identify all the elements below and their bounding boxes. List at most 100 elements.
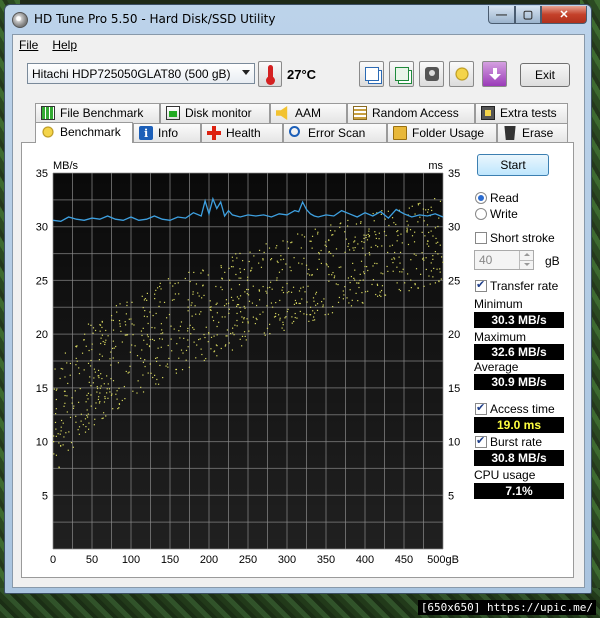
write-radio[interactable] [475, 208, 487, 220]
access-time-point [311, 235, 314, 237]
minimize-button[interactable]: — [488, 6, 515, 24]
access-time-point [60, 444, 62, 447]
access-time-point [436, 268, 438, 270]
tab-random-access[interactable]: Random Access [347, 103, 475, 123]
transfer-rate-checkbox[interactable] [475, 278, 487, 292]
read-radio[interactable] [475, 192, 487, 204]
benchmark-chart: 0 50 100 150 200 250 300 350 400 450 500gB 35 30 25 20… [17, 157, 467, 571]
access-time-point [220, 265, 222, 267]
access-time-point [236, 312, 238, 315]
access-time-point [439, 200, 442, 202]
short-stroke-stepper[interactable]: 40 [474, 250, 534, 270]
access-time-point [131, 344, 133, 346]
maximize-button[interactable]: ▢ [515, 6, 541, 24]
access-time-point [408, 290, 410, 292]
access-time-point [258, 290, 261, 292]
access-time-point [92, 327, 95, 329]
access-time-point [349, 281, 351, 284]
access-time-point [243, 318, 245, 320]
y-left-tick-label: 35 [36, 168, 48, 180]
tab-folder-usage[interactable]: Folder Usage [387, 123, 497, 143]
access-time-point [209, 306, 211, 309]
access-time-point [60, 419, 63, 422]
copy-screenshot-icon [395, 67, 409, 81]
tab-health[interactable]: Health [201, 123, 283, 143]
save-button[interactable] [482, 61, 507, 87]
tab-file-benchmark[interactable]: File Benchmark [35, 103, 160, 123]
tab-error-scan[interactable]: Error Scan [283, 123, 387, 143]
copy-text-button[interactable] [359, 61, 384, 87]
access-time-point [354, 246, 356, 249]
tab-extra-tests[interactable]: Extra tests [475, 103, 568, 123]
access-time-point [281, 327, 283, 329]
access-time-point [334, 230, 336, 232]
close-button[interactable]: ✕ [541, 6, 587, 24]
access-time-point [75, 415, 77, 417]
menu-file[interactable]: File [19, 38, 38, 52]
access-time-point [301, 298, 303, 300]
access-time-point [235, 273, 237, 276]
access-time-point [247, 321, 249, 323]
access-time-point [361, 292, 363, 294]
stepper-down-icon[interactable] [519, 260, 533, 269]
stepper-up-icon[interactable] [519, 251, 533, 260]
access-time-point [428, 245, 430, 247]
y-right-tick-label: 5 [448, 490, 454, 502]
access-time-point [154, 327, 156, 329]
access-time-point [353, 241, 355, 243]
access-time-point [78, 372, 81, 375]
menu-help[interactable]: Help [52, 38, 77, 52]
tab-label: Disk monitor [185, 106, 252, 120]
health-icon [207, 126, 221, 140]
exit-button[interactable]: Exit [520, 63, 570, 87]
access-time-point [156, 357, 158, 359]
tab-erase[interactable]: Erase [497, 123, 568, 143]
thermometer-icon[interactable] [258, 61, 282, 87]
access-time-point [298, 302, 300, 305]
access-time-point [432, 258, 434, 260]
access-time-point [83, 369, 85, 371]
access-time-point [316, 233, 319, 235]
access-time-point [289, 266, 291, 268]
access-time-point [242, 321, 244, 323]
access-time-point [235, 253, 237, 255]
burst-rate-checkbox[interactable] [475, 434, 487, 448]
tab-benchmark[interactable]: Benchmark [35, 122, 133, 143]
access-time-point [434, 227, 437, 229]
access-time-point [315, 304, 317, 306]
access-time-point [149, 363, 151, 365]
tab-info[interactable]: Info [133, 123, 201, 143]
access-time-point [401, 271, 403, 273]
access-time-point [324, 314, 326, 316]
access-time-point [263, 251, 265, 253]
app-icon[interactable] [12, 12, 28, 28]
short-stroke-checkbox[interactable] [475, 232, 487, 244]
access-time-point [330, 252, 332, 255]
options-button[interactable] [449, 61, 474, 87]
title-bar[interactable]: HD Tune Pro 5.50 - Hard Disk/SSD Utility… [5, 5, 591, 33]
access-time-point [290, 270, 292, 272]
access-time-point [410, 286, 412, 289]
tab-aam[interactable]: AAM [270, 103, 347, 123]
access-time-point [113, 347, 115, 349]
access-time-point [380, 295, 382, 298]
copy-screenshot-button[interactable] [389, 61, 414, 87]
access-time-point [322, 304, 324, 306]
access-time-point [162, 332, 164, 334]
access-time-point [311, 247, 313, 249]
drive-select[interactable]: Hitachi HDP725050GLAT80 (500 gB) [27, 63, 255, 84]
access-time-point [207, 341, 209, 343]
start-button[interactable]: Start [477, 154, 549, 176]
access-time-point [230, 332, 232, 335]
access-time-point [71, 397, 73, 399]
access-time-point [353, 249, 355, 251]
access-time-point [398, 256, 400, 258]
access-time-point [421, 252, 423, 254]
access-time-point [144, 297, 146, 300]
access-time-point [431, 209, 433, 212]
y-left-tick-label: 5 [42, 490, 48, 502]
access-time-checkbox[interactable] [475, 401, 487, 415]
tab-disk-monitor[interactable]: Disk monitor [160, 103, 270, 123]
screenshot-button[interactable] [419, 61, 444, 87]
error-scan-icon [289, 126, 300, 137]
